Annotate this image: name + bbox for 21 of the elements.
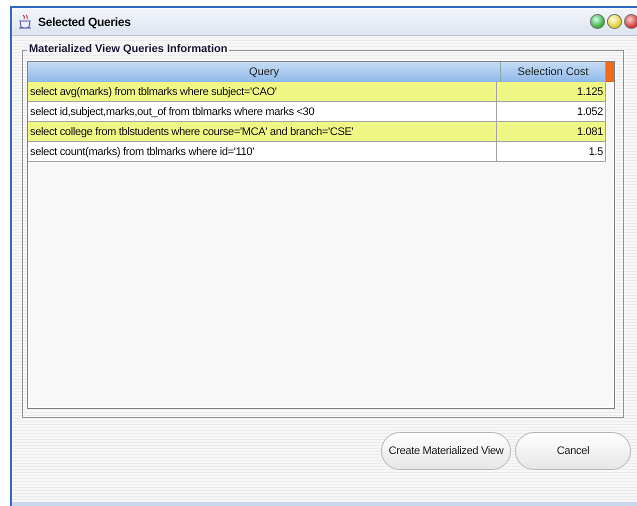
table-row[interactable]: select id,subject,marks,out_of from tblmarks where marks <30 1.052: [28, 102, 606, 122]
cancel-button[interactable]: Cancel: [515, 432, 631, 470]
close-button[interactable]: [624, 14, 637, 29]
panel-title: Materialized View Queries Information: [27, 43, 230, 55]
maximize-button[interactable]: [590, 14, 605, 29]
table-row[interactable]: select count(marks) from tblmarks where id='110' 1.5: [28, 142, 606, 162]
table-cell: 1.052: [497, 102, 606, 121]
table-cell: select avg(marks) from tblmarks where subject='CAO': [28, 82, 497, 101]
table-cell: select count(marks) from tblmarks where id='110': [28, 142, 497, 161]
cup-icon: [18, 14, 32, 30]
scroll-marker[interactable]: [606, 62, 614, 82]
window-title: Selected Queries: [38, 14, 131, 28]
table-cell: 1.5: [497, 142, 606, 161]
table-cell: select id,subject,marks,out_of from tblmarks where marks <30: [28, 102, 497, 121]
table-cell: 1.081: [497, 122, 606, 141]
table-row[interactable]: select college from tblstudents where course='MCA' and branch='CSE' 1.081: [28, 122, 606, 142]
create-button[interactable]: Create Materialized View: [381, 432, 511, 470]
table-cell: select college from tblstudents where course='MCA' and branch='CSE': [28, 122, 497, 141]
minimize-button[interactable]: [607, 14, 622, 29]
table-cell: 1.125: [497, 82, 606, 101]
table-row[interactable]: select avg(marks) from tblmarks where subject='CAO' 1.125: [28, 82, 606, 102]
